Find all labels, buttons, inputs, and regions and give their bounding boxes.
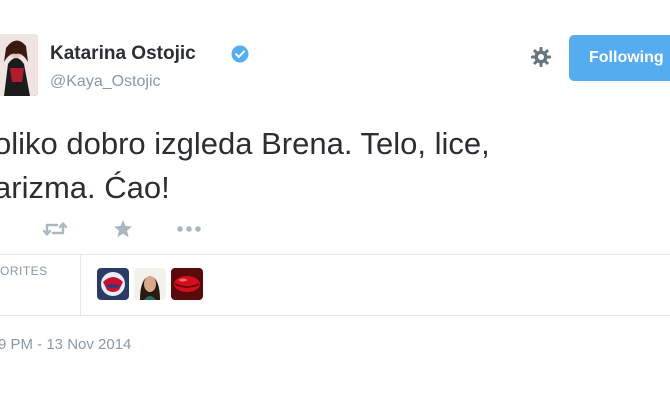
following-button[interactable]: Following: [569, 35, 670, 81]
tweet-text-line-2: arizma. Ćao!: [0, 170, 170, 205]
favorites-divider: [80, 255, 81, 315]
user-handle[interactable]: @Kaya_Ostojic: [50, 73, 161, 91]
favoriter-avatar[interactable]: [134, 268, 166, 300]
favoriter-avatar[interactable]: [97, 268, 129, 300]
tweet-timestamp[interactable]: 9 PM - 13 Nov 2014: [0, 336, 131, 353]
divider-top: [0, 254, 670, 255]
user-display-name[interactable]: Katarina Ostojic: [50, 43, 196, 65]
favorite-star-icon[interactable]: [113, 219, 133, 239]
tweet-text: oliko dobro izgleda Brena. Telo, lice, a…: [0, 122, 490, 210]
divider-bottom: [0, 315, 670, 316]
favoriter-avatar[interactable]: [171, 268, 203, 300]
gear-icon[interactable]: [530, 46, 552, 68]
tweet-text-line-1: oliko dobro izgleda Brena. Telo, lice,: [0, 126, 490, 161]
profile-avatar[interactable]: [0, 34, 38, 96]
retweet-icon[interactable]: [42, 220, 68, 238]
more-icon[interactable]: [176, 225, 202, 233]
favorites-label: ORITES: [0, 264, 48, 278]
verified-badge-icon: [231, 45, 249, 63]
